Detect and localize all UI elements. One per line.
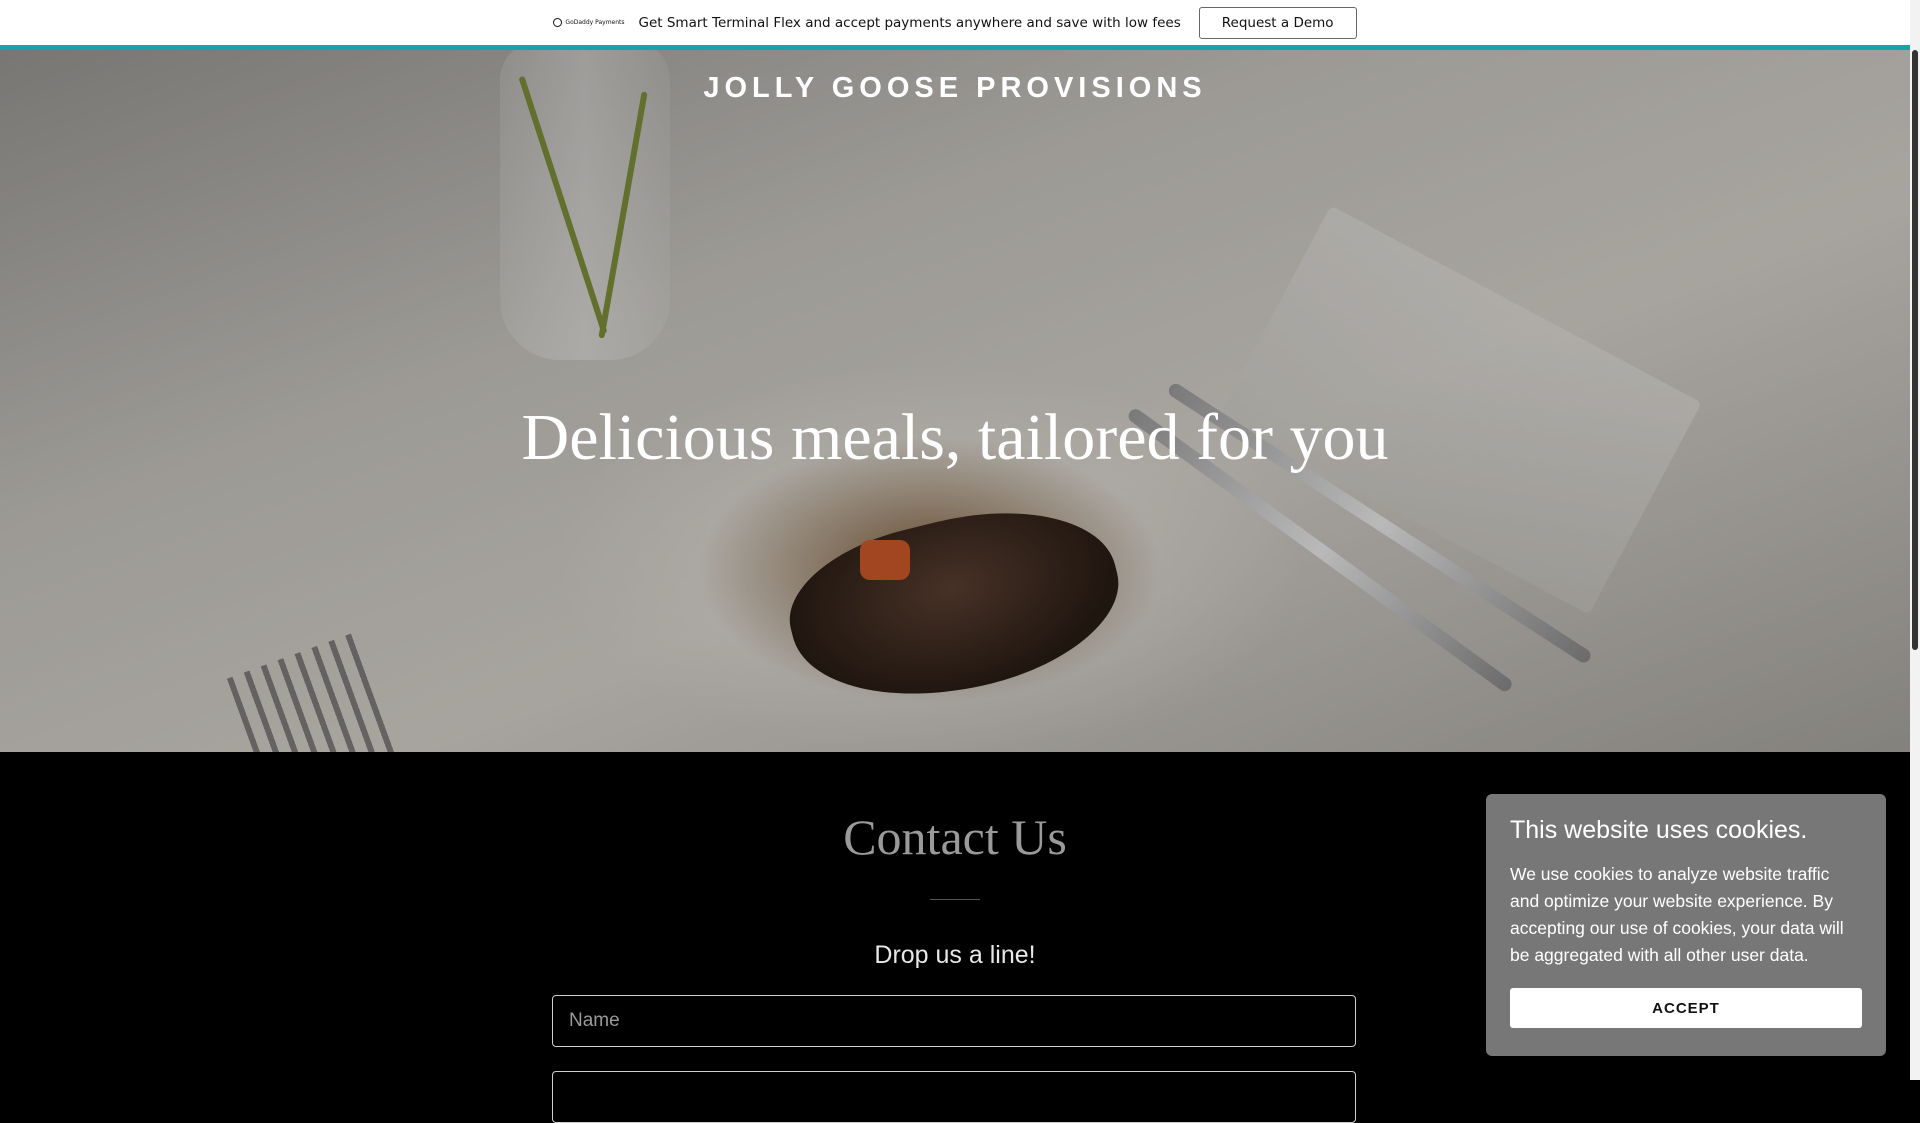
second-input[interactable] xyxy=(552,1071,1356,1123)
section-divider xyxy=(930,899,980,900)
page-scrollbar[interactable] xyxy=(1910,0,1920,1080)
brand-text: GoDaddy Payments xyxy=(565,19,625,26)
godaddy-payments-logo: GoDaddy Payments xyxy=(553,18,625,27)
promo-message: Get Smart Terminal Flex and accept payme… xyxy=(638,14,1181,31)
hero-tagline: Delicious meals, tailored for you xyxy=(521,401,1389,474)
cookie-banner: This website uses cookies. We use cookie… xyxy=(1486,794,1886,1056)
request-demo-button[interactable]: Request a Demo xyxy=(1198,6,1357,39)
cookie-title: This website uses cookies. xyxy=(1510,816,1808,844)
scrollbar-thumb[interactable] xyxy=(1912,50,1918,650)
cookie-body: We use cookies to analyze website traffi… xyxy=(1510,864,1844,965)
site-title[interactable]: JOLLY GOOSE PROVISIONS xyxy=(0,72,1910,105)
promo-bar: GoDaddy Payments Get Smart Terminal Flex… xyxy=(0,0,1910,50)
accept-cookies-button[interactable]: ACCEPT xyxy=(1510,988,1862,1028)
name-input[interactable] xyxy=(552,995,1356,1047)
godaddy-logo-icon xyxy=(553,18,563,27)
